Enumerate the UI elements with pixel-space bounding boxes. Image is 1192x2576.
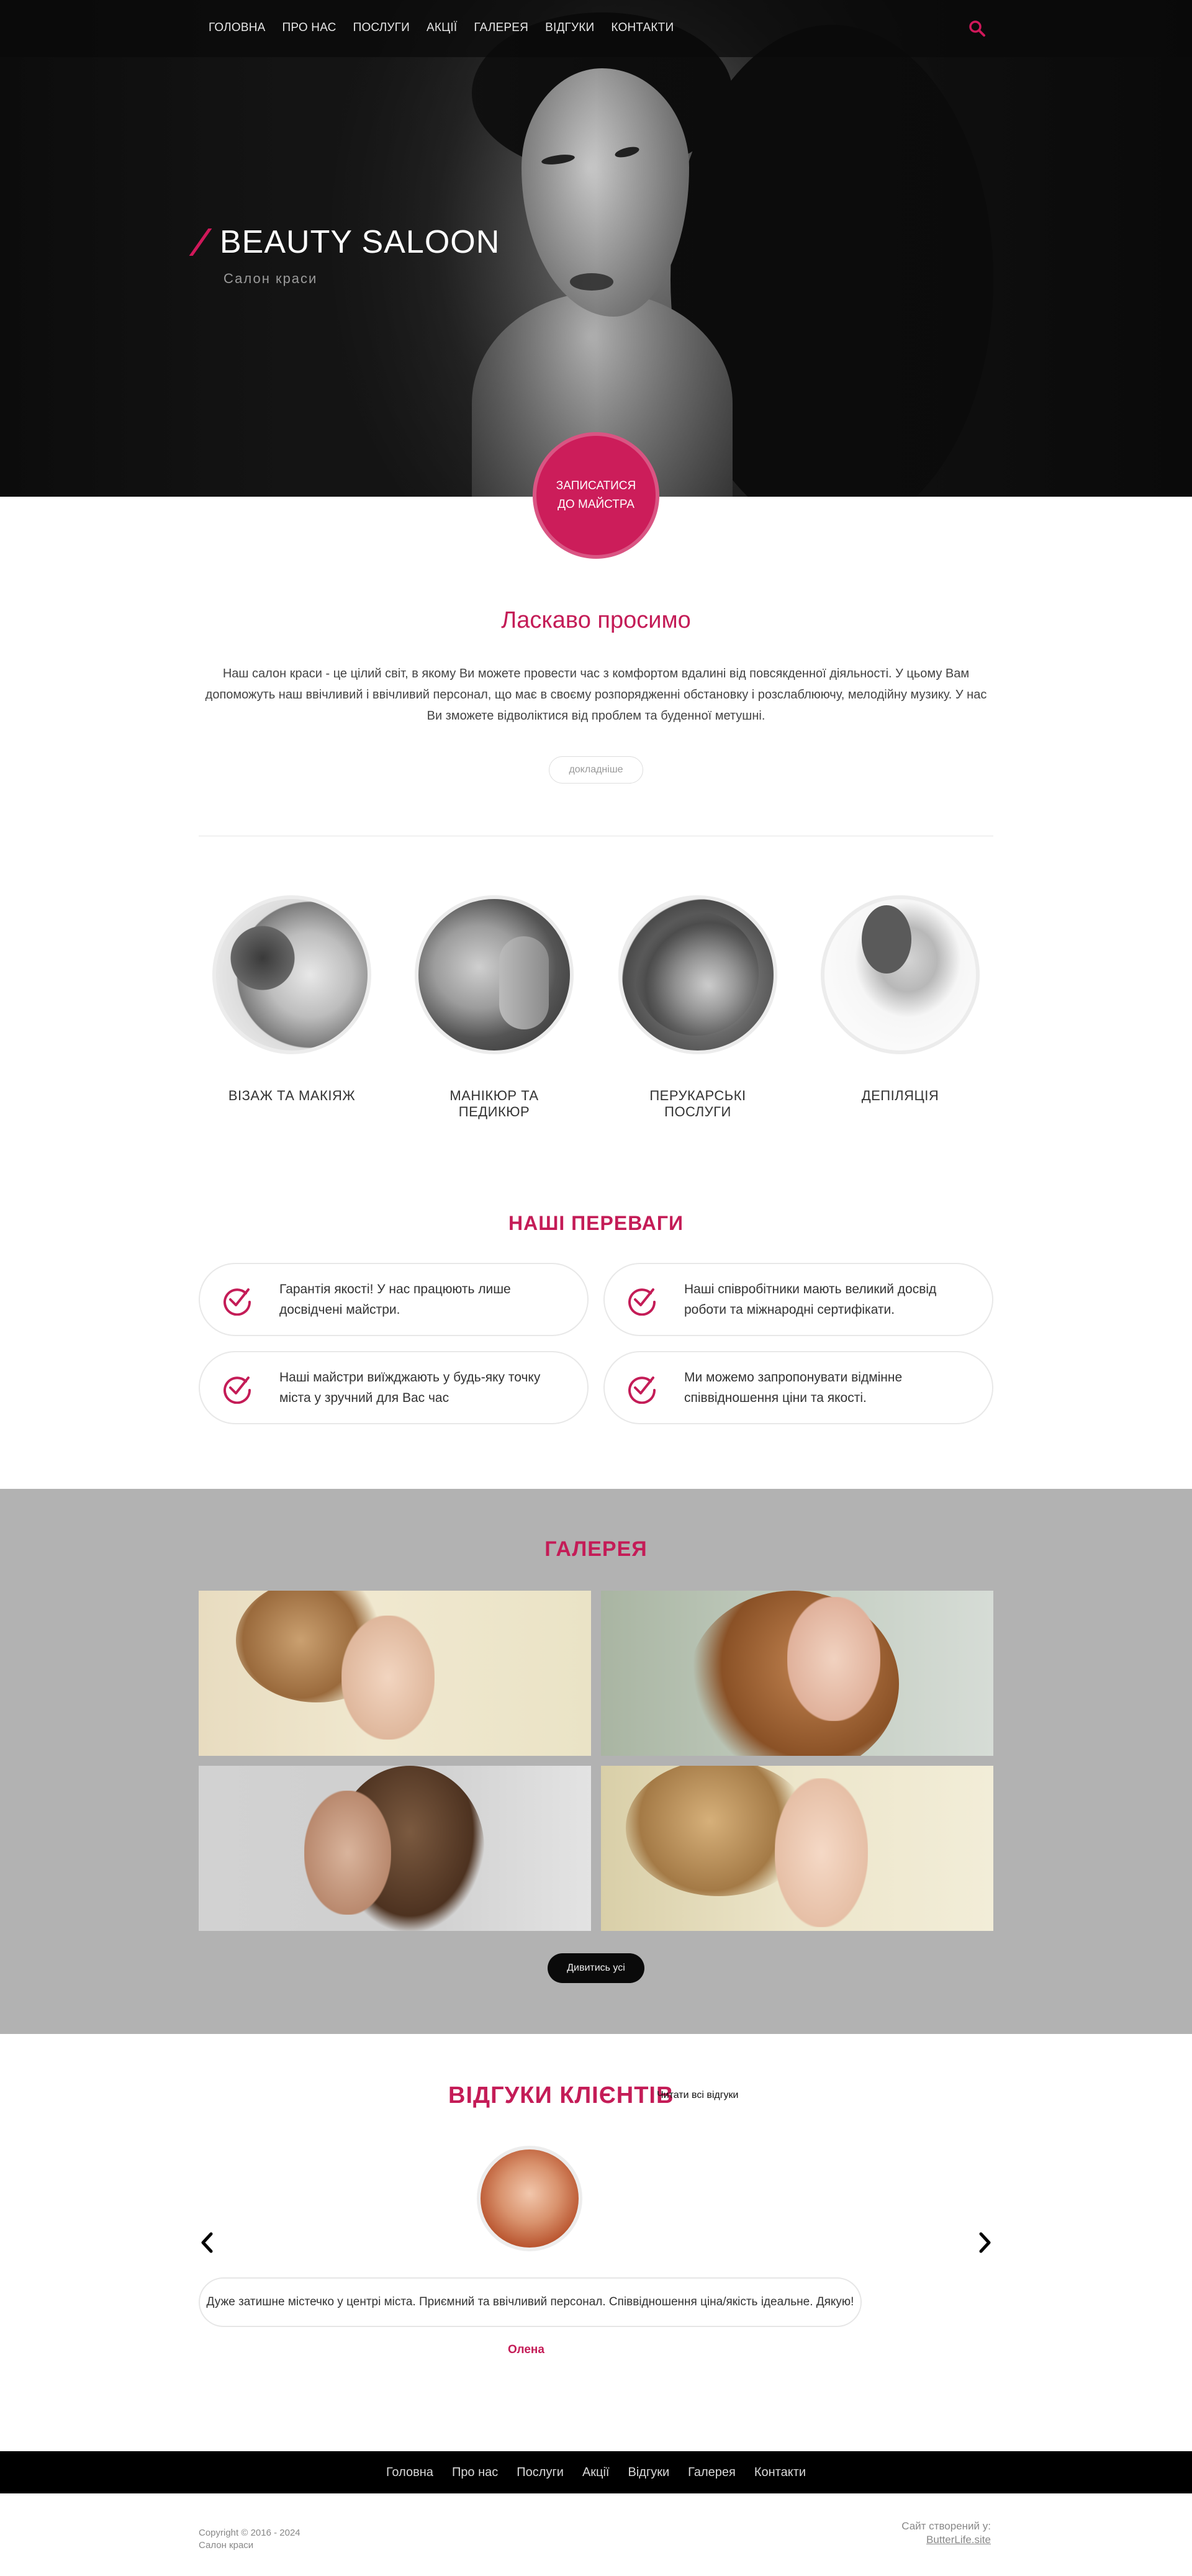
- service-label: ДЕПІЛЯЦІЯ: [861, 1088, 939, 1103]
- hero-title: BEAUTY SALOON: [220, 224, 500, 260]
- page: ГОЛОВНА ПРО НАС ПОСЛУГИ АКЦІЇ ГАЛЕРЕЯ ВІ…: [0, 0, 1192, 2576]
- footer-navigation: Головна Про нас Послуги Акції Відгуки Га…: [0, 2451, 1192, 2493]
- copyright: Copyright © 2016 - 2024 Салон краси: [199, 2527, 300, 2552]
- welcome-text: Наш салон краси - це цілий світ, в якому…: [205, 667, 987, 723]
- review-text: Дуже затишне містечко у центрі міста. Пр…: [199, 2277, 862, 2327]
- advantage-card: Наші співробітники мають великий досвід …: [603, 1263, 993, 1336]
- gallery-image[interactable]: [199, 1591, 591, 1756]
- advantages-title: НАШІ ПЕРЕВАГИ: [508, 1212, 684, 1234]
- check-circle-icon: [224, 1288, 251, 1316]
- nav-item-home[interactable]: ГОЛОВНА: [209, 21, 266, 35]
- advantage-line: Наші майстри виїжджають у будь-яку точку: [279, 1370, 541, 1385]
- book-appointment-button[interactable]: ЗАПИСАТИСЯ ДО МАЙСТРА: [533, 432, 659, 559]
- copyright-line: Салон краси: [199, 2540, 254, 2551]
- footer-link-services[interactable]: Послуги: [517, 2465, 564, 2480]
- nav-item-contacts[interactable]: КОНТАКТИ: [611, 21, 674, 35]
- advantage-line: співвідношення ціни та якості.: [684, 1391, 867, 1405]
- site-creator: Сайт створений у: ButterLife.site: [901, 2520, 991, 2547]
- advantage-line: Гарантія якості! У нас працюють лише: [279, 1282, 511, 1296]
- service-manicure[interactable]: МАНІКЮР ТА ПЕДИКЮР: [415, 895, 574, 1120]
- service-label: МАНІКЮР ТА ПЕДИКЮР: [449, 1088, 539, 1119]
- service-label: ПЕРУКАРСЬКІ ПОСЛУГИ: [649, 1088, 746, 1119]
- service-photo: [212, 895, 371, 1054]
- copyright-line: Copyright © 2016 - 2024: [199, 2528, 300, 2538]
- nav-item-promotions[interactable]: АКЦІЇ: [427, 21, 457, 35]
- review-author: Олена: [508, 2343, 544, 2356]
- reviewer-avatar: [477, 2146, 582, 2251]
- footer-link-about[interactable]: Про нас: [452, 2465, 498, 2480]
- top-navigation-bar: ГОЛОВНА ПРО НАС ПОСЛУГИ АКЦІЇ ГАЛЕРЕЯ ВІ…: [0, 0, 1192, 57]
- advantage-text: Наші майстри виїжджають у будь-яку точку…: [279, 1367, 540, 1408]
- footer-link-gallery[interactable]: Галерея: [688, 2465, 736, 2480]
- hero-subtitle: Салон краси: [224, 271, 318, 286]
- search-icon[interactable]: [968, 20, 986, 37]
- advantage-text: Ми можемо запропонувати відмінне співвід…: [684, 1367, 902, 1408]
- hero-overlay: [0, 0, 1192, 497]
- service-photo: [618, 895, 777, 1054]
- nav-item-about[interactable]: ПРО НАС: [282, 21, 336, 35]
- footer-link-reviews[interactable]: Відгуки: [628, 2465, 669, 2480]
- advantage-line: Наші співробітники мають великий досвід: [684, 1282, 937, 1296]
- welcome-title: Ласкаво просимо: [501, 607, 691, 633]
- service-photo: [415, 895, 574, 1054]
- read-all-reviews-link[interactable]: Читати всі відгуки: [657, 2090, 739, 2101]
- footer-link-promotions[interactable]: Акції: [582, 2465, 610, 2480]
- reviews-title: ВІДГУКИ КЛІЄНТІВ: [448, 2082, 674, 2108]
- footer-link-home[interactable]: Головна: [386, 2465, 433, 2480]
- check-circle-icon: [628, 1288, 656, 1316]
- gallery-image[interactable]: [601, 1766, 993, 1931]
- chevron-right-icon[interactable]: [976, 2230, 995, 2255]
- footer-link-contacts[interactable]: Контакти: [754, 2465, 806, 2480]
- gallery-image[interactable]: [601, 1591, 993, 1756]
- check-circle-icon: [224, 1376, 251, 1404]
- advantage-line: Ми можемо запропонувати відмінне: [684, 1370, 903, 1385]
- nav-item-services[interactable]: ПОСЛУГИ: [353, 21, 410, 35]
- hero-title-group: BEAUTY SALOON: [189, 224, 500, 261]
- advantage-card: Ми можемо запропонувати відмінне співвід…: [603, 1351, 993, 1424]
- chevron-left-icon[interactable]: [197, 2230, 216, 2255]
- gallery-title: ГАЛЕРЕЯ: [544, 1537, 648, 1561]
- advantage-line: міста у зручний для Вас час: [279, 1391, 449, 1405]
- creator-link[interactable]: ButterLife.site: [901, 2533, 991, 2547]
- service-photo: [821, 895, 980, 1054]
- advantage-line: роботи та міжнародні сертифікати.: [684, 1303, 895, 1317]
- main-nav: ГОЛОВНА ПРО НАС ПОСЛУГИ АКЦІЇ ГАЛЕРЕЯ ВІ…: [209, 21, 674, 35]
- advantage-card: Наші майстри виїжджають у будь-яку точку…: [199, 1351, 589, 1424]
- view-all-gallery-button[interactable]: Дивитись усі: [548, 1953, 644, 1983]
- service-label: ВІЗАЖ ТА МАКІЯЖ: [228, 1088, 356, 1103]
- nav-item-gallery[interactable]: ГАЛЕРЕЯ: [474, 21, 528, 35]
- gallery-section: ГАЛЕРЕЯ Дивитись усі: [0, 1489, 1192, 2034]
- check-circle-icon: [628, 1376, 656, 1404]
- advantage-text: Гарантія якості! У нас працюють лише дос…: [279, 1279, 511, 1320]
- gallery-image[interactable]: [199, 1766, 591, 1931]
- advantage-text: Наші співробітники мають великий досвід …: [684, 1279, 936, 1320]
- advantage-line: досвідчені майстри.: [279, 1303, 400, 1317]
- read-more-button[interactable]: докладніше: [549, 756, 643, 784]
- advantage-card: Гарантія якості! У нас працюють лише дос…: [199, 1263, 589, 1336]
- hero-banner: ГОЛОВНА ПРО НАС ПОСЛУГИ АКЦІЇ ГАЛЕРЕЯ ВІ…: [0, 0, 1192, 497]
- service-makeup[interactable]: ВІЗАЖ ТА МАКІЯЖ: [212, 895, 371, 1104]
- creator-label: Сайт створений у:: [901, 2520, 991, 2532]
- nav-item-reviews[interactable]: ВІДГУКИ: [545, 21, 594, 35]
- service-hairdressing[interactable]: ПЕРУКАРСЬКІ ПОСЛУГИ: [618, 895, 777, 1120]
- service-depilation[interactable]: ДЕПІЛЯЦІЯ: [821, 895, 980, 1104]
